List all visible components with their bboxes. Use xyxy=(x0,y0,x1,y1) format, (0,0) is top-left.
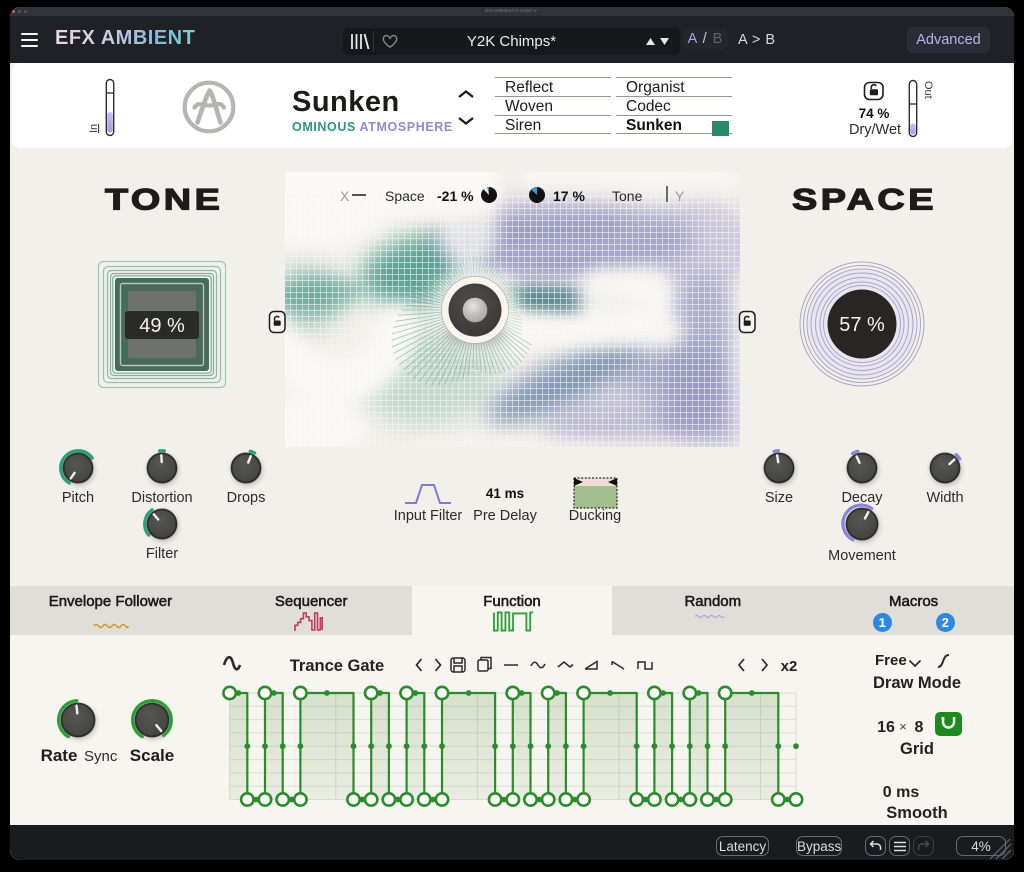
svg-text:In: In xyxy=(88,124,100,133)
svg-text:Smooth: Smooth xyxy=(886,804,947,822)
svg-text:49 %: 49 % xyxy=(139,315,185,337)
svg-text:Free: Free xyxy=(875,652,907,669)
svg-text:Draw Mode: Draw Mode xyxy=(873,674,961,692)
svg-text:8: 8 xyxy=(915,719,924,736)
svg-text:16: 16 xyxy=(877,719,895,736)
svg-text:Trance Gate: Trance Gate xyxy=(290,657,384,675)
svg-text:57 %: 57 % xyxy=(839,314,885,336)
svg-text:×: × xyxy=(899,719,907,734)
svg-text:x2: x2 xyxy=(781,658,798,675)
svg-text:Out: Out xyxy=(922,81,934,99)
svg-text:Grid: Grid xyxy=(900,740,934,758)
svg-text:0 ms: 0 ms xyxy=(883,784,920,801)
